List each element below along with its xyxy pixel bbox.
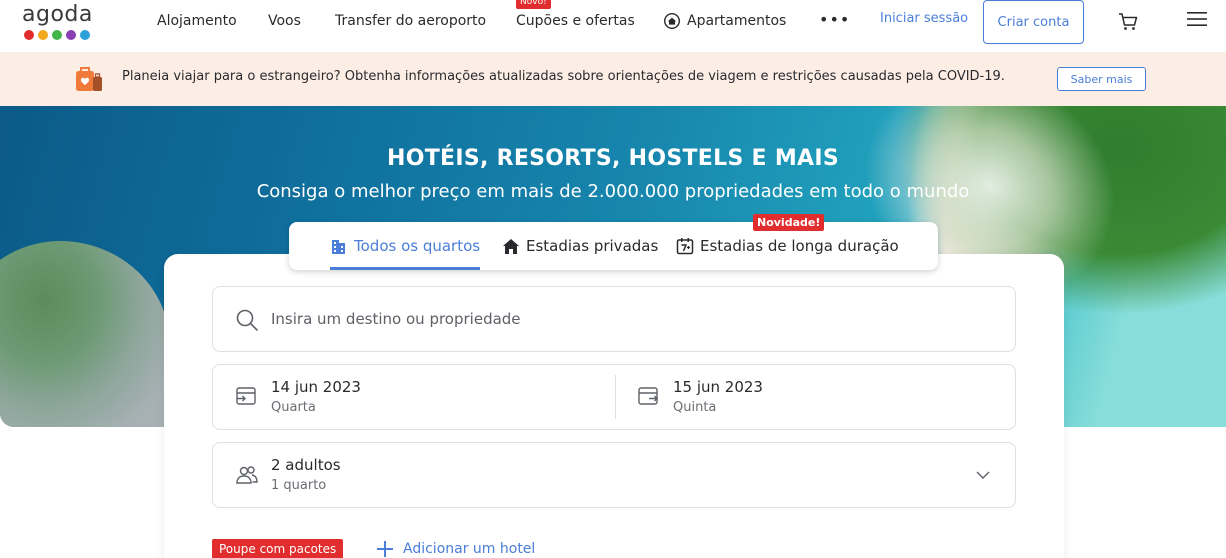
tab-private-stays-label: Estadias privadas bbox=[526, 237, 659, 255]
learn-more-button[interactable]: Saber mais bbox=[1057, 67, 1146, 91]
travel-luggage-icon bbox=[76, 67, 102, 91]
tab-all-rooms[interactable]: Todos os quartos bbox=[330, 222, 481, 270]
add-hotel-label: Adicionar um hotel bbox=[403, 541, 536, 557]
logo-dots bbox=[24, 30, 102, 40]
nav-accommodation[interactable]: Alojamento bbox=[157, 12, 237, 30]
rooms-count: 1 quarto bbox=[271, 478, 327, 493]
apartment-home-icon bbox=[664, 13, 680, 29]
logo-text: agoda bbox=[22, 2, 93, 27]
logo-dot-red bbox=[24, 30, 34, 40]
cart-icon[interactable] bbox=[1117, 10, 1139, 32]
checkout-calendar-icon bbox=[638, 387, 658, 405]
checkout-weekday: Quinta bbox=[673, 400, 717, 415]
guests-field[interactable]: 2 adultos 1 quarto bbox=[212, 442, 1016, 508]
checkin-weekday: Quarta bbox=[271, 400, 316, 415]
checkin-calendar-icon bbox=[236, 387, 256, 405]
more-menu-icon[interactable]: ••• bbox=[819, 10, 850, 29]
top-header: agoda Alojamento Voos Transfer do aeropo… bbox=[0, 0, 1226, 52]
covid-banner-text: Planeia viajar para o estrangeiro? Obten… bbox=[122, 69, 1005, 84]
house-icon bbox=[503, 239, 519, 254]
add-hotel-button[interactable]: Adicionar um hotel bbox=[376, 540, 535, 558]
logo-dot-yellow bbox=[38, 30, 48, 40]
search-type-tabs: Todos os quartos Estadias privadas Estad… bbox=[289, 222, 938, 270]
rock-island-decoration bbox=[0, 241, 170, 427]
hero-title: HOTÉIS, RESORTS, HOSTELS E MAIS bbox=[387, 146, 839, 171]
tab-long-stays-label: Estadias de longa duração bbox=[700, 237, 899, 255]
nav-flights[interactable]: Voos bbox=[268, 12, 301, 30]
tab-all-rooms-label: Todos os quartos bbox=[354, 237, 481, 255]
logo-dot-purple bbox=[66, 30, 76, 40]
calendar-seven-icon bbox=[676, 238, 694, 255]
checkout-date-value: 15 jun 2023 bbox=[673, 378, 763, 396]
dates-field: 14 jun 2023 Quarta 15 jun 2023 Quinta bbox=[212, 364, 1016, 430]
checkin-date[interactable]: 14 jun 2023 Quarta bbox=[213, 365, 613, 429]
novelty-badge: Novidade! bbox=[753, 214, 825, 231]
chevron-down-icon[interactable] bbox=[975, 467, 991, 483]
covid-banner: Planeia viajar para o estrangeiro? Obten… bbox=[0, 52, 1226, 106]
agoda-logo[interactable]: agoda bbox=[22, 3, 102, 43]
people-icon bbox=[236, 466, 258, 484]
signin-link[interactable]: Iniciar sessão bbox=[880, 11, 968, 26]
logo-dot-blue bbox=[80, 30, 90, 40]
destination-field[interactable] bbox=[212, 286, 1016, 352]
destination-input[interactable] bbox=[271, 302, 991, 336]
search-card: 14 jun 2023 Quarta 15 jun 2023 Quinta 2 … bbox=[164, 254, 1064, 558]
nav-coupons[interactable]: Cupões e ofertas bbox=[516, 12, 635, 30]
hotel-building-icon bbox=[332, 240, 345, 254]
search-icon bbox=[236, 309, 258, 331]
new-badge: Novo! bbox=[516, 0, 551, 9]
package-savings-badge: Poupe com pacotes bbox=[212, 539, 344, 558]
adults-count: 2 adultos bbox=[271, 456, 341, 474]
create-account-button[interactable]: Criar conta bbox=[983, 0, 1084, 44]
hamburger-menu-icon[interactable] bbox=[1186, 10, 1208, 28]
nav-airport-transfer[interactable]: Transfer do aeroporto bbox=[335, 12, 486, 30]
checkin-date-value: 14 jun 2023 bbox=[271, 378, 361, 396]
logo-dot-green bbox=[52, 30, 62, 40]
nav-apartments[interactable]: Apartamentos bbox=[687, 12, 786, 30]
tab-private-stays[interactable]: Estadias privadas bbox=[502, 222, 658, 270]
hero-subtitle: Consiga o melhor preço em mais de 2.000.… bbox=[256, 181, 970, 202]
plus-icon bbox=[377, 541, 393, 557]
checkout-date[interactable]: 15 jun 2023 Quinta bbox=[615, 365, 1015, 429]
